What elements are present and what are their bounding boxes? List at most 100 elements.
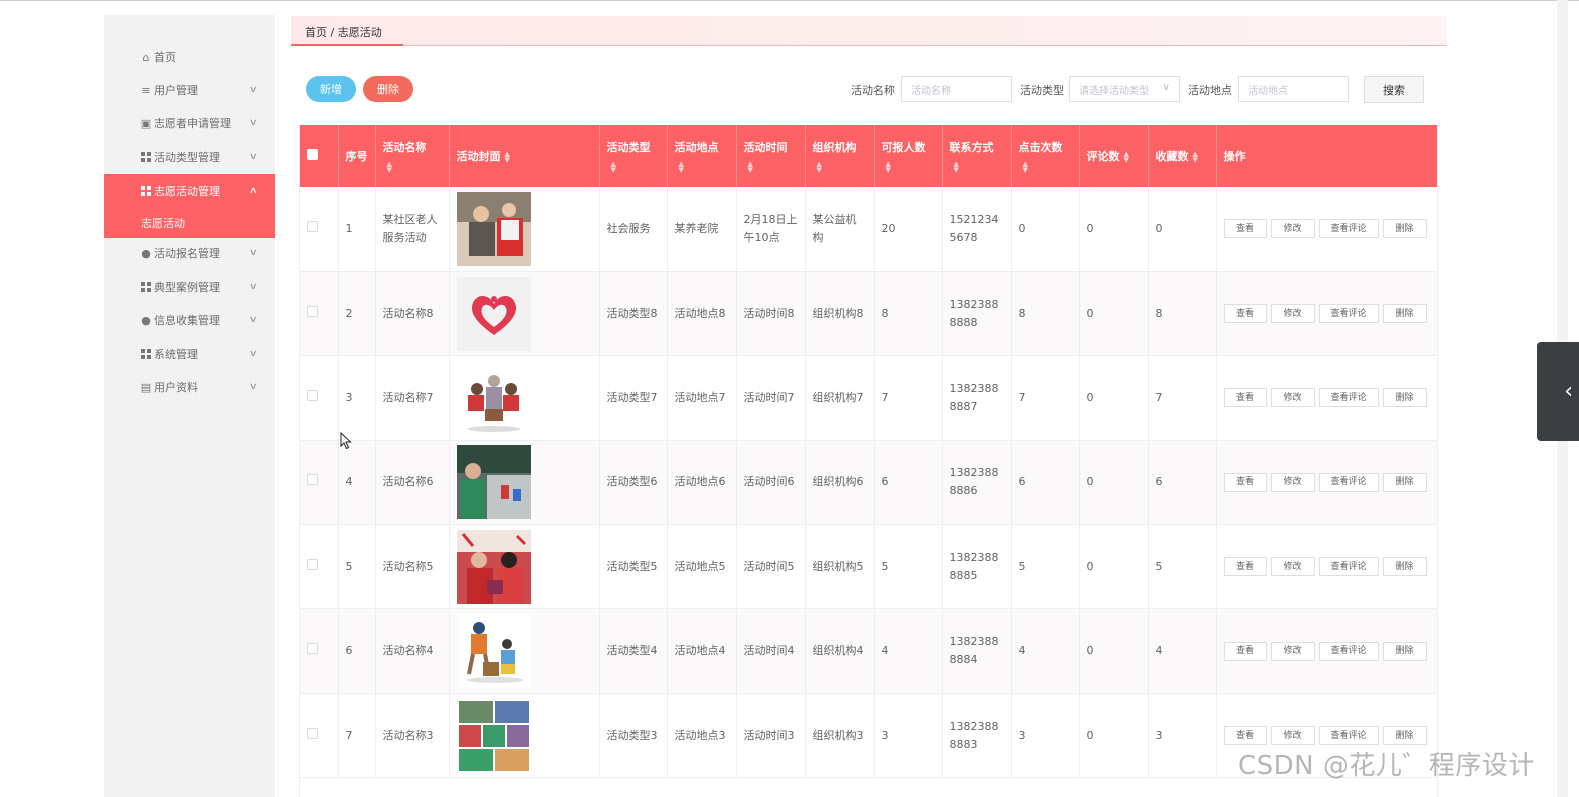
row-checkbox[interactable]: [307, 643, 318, 655]
row-checkbox[interactable]: [307, 558, 318, 570]
row-delete-button[interactable]: 删除: [1382, 388, 1427, 408]
activity-cover-image[interactable]: [456, 698, 592, 773]
column-header-cover[interactable]: 活动封面 ▲ ▼: [449, 125, 600, 187]
cell-index: 4: [338, 440, 376, 526]
cell-index: 3: [338, 355, 376, 441]
sort-icon[interactable]: ▲ ▼: [886, 161, 935, 174]
grid-icon: [140, 348, 152, 360]
cell-cover: [449, 187, 600, 272]
activity-cover-image[interactable]: [456, 191, 592, 266]
row-checkbox[interactable]: [307, 305, 318, 317]
sidebar-item-home[interactable]: ⌂ 首页: [104, 40, 275, 74]
sort-icon[interactable]: ▲ ▼: [679, 161, 729, 174]
view-button[interactable]: 查看: [1223, 304, 1267, 324]
sidebar-item-user-management[interactable]: ≡ 用户管理 ∨: [104, 73, 275, 107]
select-all-cell: [300, 125, 339, 187]
row-delete-button[interactable]: 删除: [1382, 726, 1427, 746]
view-button[interactable]: 查看: [1223, 557, 1267, 577]
sort-icon[interactable]: ▲ ▼: [387, 161, 442, 174]
cell-name: 某社区老人服务活动: [375, 187, 450, 272]
activity-cover-image[interactable]: [456, 276, 592, 351]
sort-icon[interactable]: ▲ ▼: [817, 161, 867, 174]
row-delete-button[interactable]: 删除: [1382, 557, 1427, 577]
calendar-icon: ▤: [140, 380, 152, 394]
sort-icon[interactable]: ▲ ▼: [1023, 161, 1072, 174]
edit-button[interactable]: 修改: [1270, 219, 1315, 239]
collapse-panel-handle[interactable]: ‹: [1537, 342, 1579, 441]
column-header-type[interactable]: 活动类型 ▲ ▼: [599, 125, 668, 187]
activity-name-label: 活动名称: [851, 84, 895, 97]
sort-icon[interactable]: ▲ ▼: [505, 151, 510, 164]
sidebar-item-activity-signup[interactable]: ● 活动报名管理 ∨: [104, 236, 275, 270]
column-header-place[interactable]: 活动地点 ▲ ▼: [667, 125, 737, 187]
sidebar-item-volunteer-activity[interactable]: 志愿活动管理 ∧: [104, 174, 275, 208]
sidebar-item-activity-type[interactable]: 活动类型管理 ∨: [104, 140, 275, 174]
sort-icon[interactable]: ▲ ▼: [1193, 151, 1198, 164]
sort-icon[interactable]: ▲ ▼: [1124, 151, 1129, 164]
add-button[interactable]: 新增: [306, 76, 356, 102]
sidebar-item-volunteer-application[interactable]: ▣ 志愿者申请管理 ∨: [104, 106, 275, 140]
row-checkbox[interactable]: [307, 389, 318, 401]
column-header-time[interactable]: 活动时间 ▲ ▼: [736, 125, 806, 187]
edit-button[interactable]: 修改: [1270, 472, 1315, 492]
cell-favorites: 5: [1148, 524, 1217, 610]
row-delete-button[interactable]: 删除: [1382, 641, 1427, 661]
row-checkbox[interactable]: [307, 727, 318, 739]
cell-org: 组织机构3: [805, 693, 875, 779]
sort-icon[interactable]: ▲ ▼: [611, 161, 660, 174]
breadcrumb[interactable]: 首页 / 志愿活动: [305, 24, 382, 40]
view-button[interactable]: 查看: [1223, 472, 1267, 492]
activity-cover-image[interactable]: [456, 360, 592, 435]
sidebar-item-typical-cases[interactable]: 典型案例管理 ∨: [104, 270, 275, 304]
edit-button[interactable]: 修改: [1270, 557, 1315, 577]
column-header-name[interactable]: 活动名称 ▲ ▼: [375, 125, 450, 187]
column-header-comments[interactable]: 评论数 ▲ ▼: [1079, 125, 1149, 187]
sidebar-item-system-management[interactable]: 系统管理 ∨: [104, 337, 275, 371]
submenu-item-volunteer-activity[interactable]: 志愿活动: [104, 208, 275, 238]
column-header-org[interactable]: 组织机构 ▲ ▼: [805, 125, 875, 187]
activity-cover-image[interactable]: [456, 445, 592, 520]
column-header-actions: 操作: [1216, 125, 1437, 187]
row-delete-button[interactable]: 删除: [1382, 219, 1427, 239]
sidebar-item-label: 系统管理: [154, 348, 198, 361]
view-comments-button[interactable]: 查看评论: [1318, 472, 1379, 492]
edit-button[interactable]: 修改: [1270, 641, 1315, 661]
cell-cover: [449, 693, 600, 779]
view-button[interactable]: 查看: [1223, 388, 1267, 408]
edit-button[interactable]: 修改: [1270, 388, 1315, 408]
activity-type-select[interactable]: 请选择活动类型 ∨: [1069, 76, 1180, 102]
search-button[interactable]: 搜索: [1364, 76, 1424, 103]
select-all-checkbox[interactable]: [307, 149, 318, 160]
sort-icon[interactable]: ▲ ▼: [748, 161, 798, 174]
cell-contact: 13823888888: [942, 271, 1012, 357]
sidebar-item-user-profile[interactable]: ▤ 用户资料 ∨: [104, 370, 275, 404]
view-comments-button[interactable]: 查看评论: [1318, 557, 1379, 577]
edit-button[interactable]: 修改: [1270, 304, 1315, 324]
sidebar-item-info-collection[interactable]: ● 信息收集管理 ∨: [104, 303, 275, 337]
sort-icon[interactable]: ▲ ▼: [954, 161, 1004, 174]
edit-button[interactable]: 修改: [1270, 726, 1315, 746]
activity-cover-image[interactable]: [456, 529, 592, 604]
view-button[interactable]: 查看: [1223, 219, 1267, 239]
column-header-label: 活动名称: [382, 141, 427, 154]
view-button[interactable]: 查看: [1223, 726, 1267, 746]
column-header-favorites[interactable]: 收藏数 ▲ ▼: [1148, 125, 1217, 187]
row-checkbox[interactable]: [307, 220, 318, 232]
view-comments-button[interactable]: 查看评论: [1318, 304, 1379, 324]
view-comments-button[interactable]: 查看评论: [1318, 388, 1379, 408]
activity-cover-image[interactable]: [456, 614, 592, 689]
column-header-quota[interactable]: 可报人数 ▲ ▼: [874, 125, 943, 187]
view-comments-button[interactable]: 查看评论: [1318, 219, 1379, 239]
delete-button[interactable]: 删除: [363, 76, 413, 102]
column-header-clicks[interactable]: 点击次数 ▲ ▼: [1011, 125, 1080, 187]
view-comments-button[interactable]: 查看评论: [1318, 641, 1379, 661]
row-checkbox[interactable]: [307, 474, 318, 486]
activity-name-input[interactable]: 活动名称: [901, 76, 1012, 102]
row-delete-button[interactable]: 删除: [1382, 304, 1427, 324]
row-delete-button[interactable]: 删除: [1382, 472, 1427, 492]
view-comments-button[interactable]: 查看评论: [1318, 726, 1379, 746]
cell-actions: 查看 修改 查看评论 删除: [1216, 271, 1437, 357]
view-button[interactable]: 查看: [1223, 641, 1267, 661]
activity-place-input[interactable]: 活动地点: [1238, 76, 1349, 102]
column-header-contact[interactable]: 联系方式 ▲ ▼: [942, 125, 1012, 187]
